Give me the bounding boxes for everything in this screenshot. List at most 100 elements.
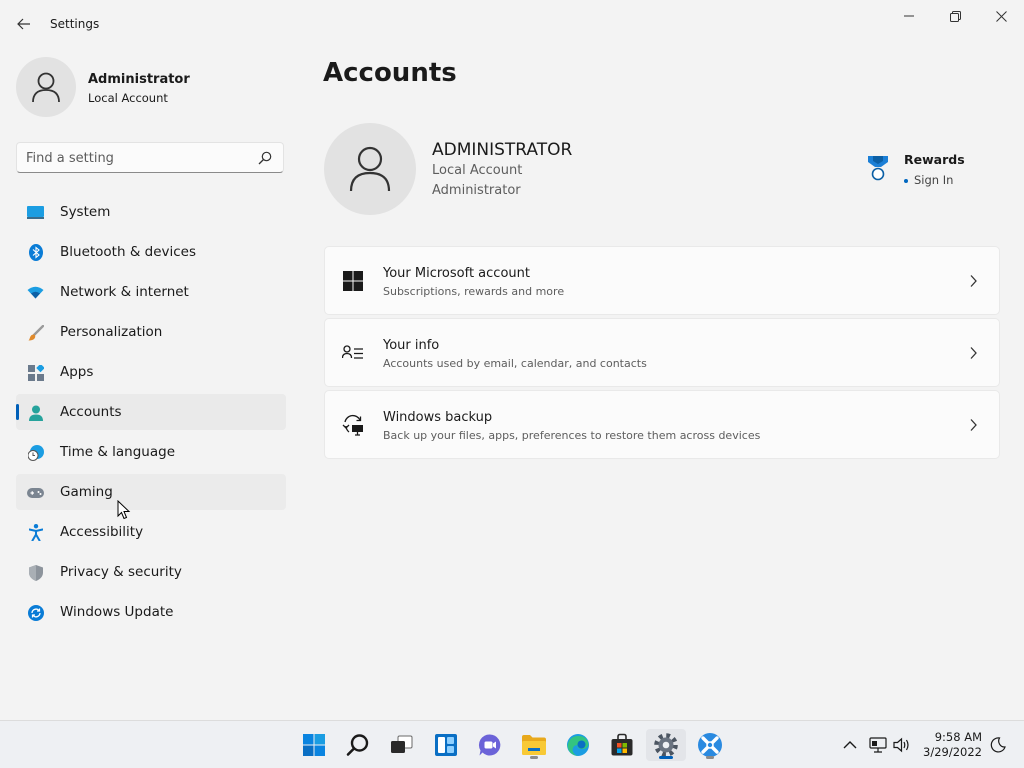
edge-icon: [567, 734, 589, 756]
taskbar-app-button[interactable]: [690, 729, 730, 761]
focus-assist-button[interactable]: [988, 735, 1008, 755]
chevron-right-icon: [970, 419, 977, 431]
sidebar-item-apps[interactable]: Apps: [16, 354, 286, 390]
sidebar-item-network[interactable]: Network & internet: [16, 274, 286, 310]
taskbar: 9:58 AM 3/29/2022: [0, 720, 1024, 768]
minimize-button[interactable]: [887, 4, 931, 28]
card-title: Your Microsoft account: [383, 266, 530, 281]
sidebar-item-gaming[interactable]: Gaming: [16, 474, 286, 510]
file-explorer-icon: [522, 735, 546, 755]
chevron-right-icon: [970, 347, 977, 359]
wifi-icon: [27, 284, 44, 301]
taskbar-store-button[interactable]: [602, 729, 642, 761]
account-role: Administrator: [432, 183, 521, 198]
network-tray-button[interactable]: [868, 735, 888, 755]
account-type: Local Account: [432, 163, 523, 178]
profile-account-type: Local Account: [88, 91, 168, 105]
sync-icon: [27, 604, 44, 621]
backup-icon: [342, 414, 363, 436]
close-button[interactable]: [979, 4, 1023, 28]
sidebar-item-label: Bluetooth & devices: [60, 244, 197, 260]
restore-icon: [949, 10, 961, 22]
volume-tray-button[interactable]: [892, 735, 912, 755]
card-subtitle: Subscriptions, rewards and more: [383, 285, 565, 298]
account-name: ADMINISTRATOR: [432, 140, 573, 160]
sidebar-item-time-language[interactable]: Time & language: [16, 434, 286, 470]
restore-button[interactable]: [933, 4, 977, 28]
close-icon: [995, 10, 1007, 22]
sidebar-item-privacy-security[interactable]: Privacy & security: [16, 554, 286, 590]
search-icon[interactable]: [257, 150, 273, 166]
app-icon: [698, 733, 722, 757]
sidebar-item-windows-update[interactable]: Windows Update: [16, 594, 286, 630]
sidebar-item-accessibility[interactable]: Accessibility: [16, 514, 286, 550]
sidebar-item-label: Personalization: [60, 324, 163, 340]
search-box[interactable]: [16, 142, 284, 173]
shield-icon: [27, 564, 44, 581]
sidebar-item-label: Privacy & security: [60, 564, 182, 580]
user-profile[interactable]: Administrator Local Account: [16, 57, 286, 119]
accessibility-icon: [27, 524, 44, 541]
chevron-right-icon: [970, 275, 977, 287]
moon-icon: [990, 737, 1006, 753]
bullet-dot-icon: [904, 178, 908, 183]
running-indicator: [530, 756, 538, 759]
taskbar-task-view-button[interactable]: [382, 729, 422, 761]
taskbar-settings-button[interactable]: [646, 729, 686, 761]
avatar: [16, 57, 76, 117]
sidebar-item-system[interactable]: System: [16, 194, 286, 230]
sidebar-item-personalization[interactable]: Personalization: [16, 314, 286, 350]
volume-icon: [893, 737, 909, 753]
taskbar-clock[interactable]: 9:58 AM 3/29/2022: [912, 730, 982, 760]
taskbar-chat-button[interactable]: [470, 729, 510, 761]
card-title: Your info: [383, 338, 440, 353]
search-input[interactable]: [26, 149, 246, 167]
user-icon: [32, 72, 60, 103]
sidebar-item-accounts[interactable]: Accounts: [16, 394, 286, 430]
search-icon: [346, 734, 369, 756]
profile-name: Administrator: [88, 72, 190, 87]
gamepad-icon: [27, 484, 44, 501]
clock-globe-icon: [27, 444, 44, 461]
your-info-card[interactable]: Your info Accounts used by email, calend…: [324, 318, 1000, 387]
microsoft-account-card[interactable]: Your Microsoft account Subscriptions, re…: [324, 246, 1000, 315]
rewards-widget: Rewards Sign In: [866, 150, 996, 195]
sidebar-item-bluetooth[interactable]: Bluetooth & devices: [16, 234, 286, 270]
active-indicator: [659, 756, 673, 759]
user-icon: [349, 146, 391, 192]
sidebar-item-label: Accessibility: [60, 524, 144, 540]
rewards-sign-in-link[interactable]: Sign In: [904, 173, 953, 187]
bluetooth-icon: [27, 244, 44, 261]
rewards-title: Rewards: [904, 152, 965, 167]
sidebar-item-label: Network & internet: [60, 284, 189, 300]
sidebar-nav: System Bluetooth & devices Network & int…: [16, 194, 286, 634]
show-hidden-icons-button[interactable]: [840, 735, 860, 755]
start-icon: [303, 734, 325, 756]
clock-date: 3/29/2022: [923, 745, 982, 759]
window-title: Settings: [50, 17, 100, 31]
brush-icon: [27, 324, 44, 341]
back-button[interactable]: [12, 12, 36, 36]
sidebar-item-label: Time & language: [60, 444, 176, 460]
rewards-link-label: Sign In: [914, 173, 954, 187]
taskbar-search-button[interactable]: [338, 729, 378, 761]
windows-backup-card[interactable]: Windows backup Back up your files, apps,…: [324, 390, 1000, 459]
taskbar-edge-button[interactable]: [558, 729, 598, 761]
page-title: Accounts: [323, 58, 457, 88]
mouse-cursor-icon: [117, 500, 131, 520]
sidebar-item-label: Gaming: [60, 484, 113, 500]
clock-time: 9:58 AM: [934, 730, 982, 744]
settings-icon: [654, 733, 678, 757]
account-avatar: [324, 123, 416, 215]
sidebar-item-label: Accounts: [60, 404, 122, 420]
apps-icon: [27, 364, 44, 381]
taskbar-file-explorer-button[interactable]: [514, 729, 554, 761]
person-icon: [27, 404, 44, 421]
contact-card-icon: [342, 345, 363, 359]
card-title: Windows backup: [383, 410, 493, 425]
rewards-medal-icon: [868, 156, 888, 181]
taskbar-start-button[interactable]: [294, 729, 334, 761]
sidebar-item-label: System: [60, 204, 111, 220]
card-subtitle: Back up your files, apps, preferences to…: [383, 429, 761, 442]
taskbar-widgets-button[interactable]: [426, 729, 466, 761]
